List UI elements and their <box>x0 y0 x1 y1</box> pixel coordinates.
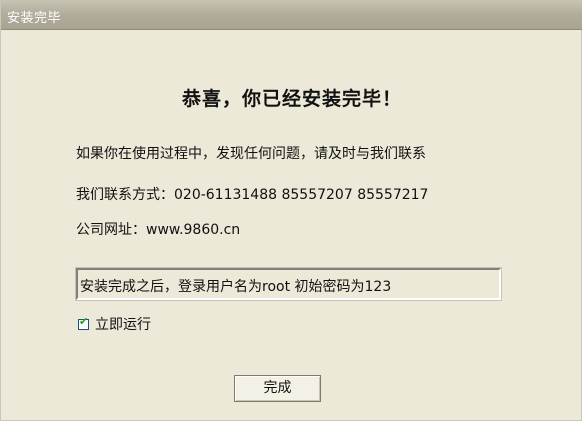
support-message: 如果你在使用过程中，发现任何问题，请及时与我们联系 <box>76 146 426 162</box>
window-title: 安装完毕 <box>7 11 62 26</box>
run-now-checkbox[interactable]: ✔ <box>78 314 89 330</box>
login-info-box: 安装完成之后，登录用户名为root 初始密码为123 <box>75 267 502 301</box>
contact-info: 我们联系方式：020-61131488 85557207 85557217 <box>76 187 429 203</box>
checkmark-icon: ✔ <box>79 314 89 328</box>
title-bar[interactable]: 安装完毕 <box>1 0 582 30</box>
run-now-label[interactable]: 立即运行 <box>95 314 151 334</box>
run-now-option[interactable]: ✔ 立即运行 <box>78 315 151 333</box>
login-info-text: 安装完成之后，登录用户名为root 初始密码为123 <box>80 279 392 295</box>
finish-button[interactable]: 完成 <box>234 375 321 402</box>
completion-heading: 恭喜，你已经安装完毕！ <box>181 88 402 110</box>
company-website: 公司网址：www.9860.cn <box>76 222 241 238</box>
installer-window: 安装完毕 恭喜，你已经安装完毕！ 如果你在使用过程中，发现任何问题，请及时与我们… <box>0 0 582 421</box>
